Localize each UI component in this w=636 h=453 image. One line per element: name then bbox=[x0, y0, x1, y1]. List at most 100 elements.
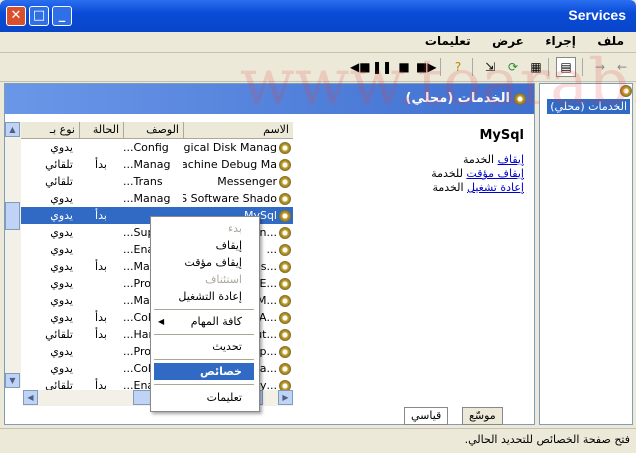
scroll-down-icon[interactable]: ▼ bbox=[5, 373, 20, 388]
menu-item-refresh[interactable]: تحديث bbox=[154, 338, 254, 355]
service-status-cell bbox=[79, 139, 123, 156]
context-menu: بدء إيقاف إيقاف مؤقت استئناف إعادة التشغ… bbox=[150, 216, 260, 412]
refresh-icon[interactable]: ⟳ bbox=[503, 57, 523, 77]
console-tree: الخدمات (محلي) bbox=[539, 83, 633, 425]
service-description-cell: Trans... bbox=[123, 175, 163, 188]
service-status-cell: بدأ bbox=[95, 328, 107, 341]
pane-header: الخدمات (محلي) bbox=[5, 84, 534, 114]
menu-item-resume[interactable]: استئناف bbox=[154, 271, 254, 288]
status-text: فتح صفحة الخصائص للتحديد الحالي. bbox=[464, 433, 630, 446]
menu-item-pause[interactable]: إيقاف مؤقت bbox=[154, 254, 254, 271]
tab-standard[interactable]: قياسي bbox=[404, 407, 449, 425]
vertical-scrollbar[interactable]: ▲ ▼ bbox=[5, 122, 21, 388]
restart-service-icon[interactable]: ■▶ bbox=[416, 57, 437, 77]
properties-icon[interactable]: ▦ bbox=[526, 57, 546, 77]
service-status-cell: بدأ bbox=[95, 158, 107, 171]
menu-item-restart[interactable]: إعادة التشغيل bbox=[154, 288, 254, 305]
table-row[interactable]: MS Software Shado... Manag... يدوي bbox=[5, 190, 293, 207]
minimize-button[interactable]: _ bbox=[52, 6, 72, 26]
table-row[interactable]: Messenger Trans... تلقائي bbox=[5, 173, 293, 190]
service-name-cell: MS Software Shado... bbox=[183, 192, 277, 205]
service-startup-type-cell: يدوي bbox=[50, 362, 73, 375]
service-name-cell: Logical Disk Manag... bbox=[183, 141, 277, 154]
toolbar: ← → ▤ ▦ ⟳ ⇲ ? ■▶ ■ ❚❚ ◀■ bbox=[0, 53, 636, 82]
show-hide-tree-icon[interactable]: ▤ bbox=[556, 57, 576, 77]
menu-separator bbox=[154, 359, 254, 360]
stop-service-icon[interactable]: ■ bbox=[394, 57, 414, 77]
scroll-left-icon[interactable]: ◀ bbox=[23, 390, 38, 405]
menu-item-properties[interactable]: خصائص bbox=[154, 363, 254, 380]
tab-extended[interactable]: موسّع bbox=[462, 407, 503, 425]
menu-bar: ملف إجراء عرض تعليمات bbox=[0, 32, 636, 53]
menu-separator bbox=[154, 384, 254, 385]
menu-separator bbox=[154, 334, 254, 335]
restart-service-line: إعادة تشغيل الخدمة bbox=[432, 181, 524, 194]
export-list-icon[interactable]: ⇲ bbox=[480, 57, 500, 77]
tree-node-services-local[interactable]: الخدمات (محلي) bbox=[547, 99, 630, 114]
maximize-button[interactable]: □ bbox=[29, 6, 49, 26]
service-status-cell bbox=[79, 360, 123, 377]
all-tasks-label: كافة المهام bbox=[190, 315, 242, 328]
column-status[interactable]: الحالة bbox=[79, 122, 123, 138]
service-startup-type-cell: تلقائي bbox=[45, 158, 73, 171]
service-status-cell bbox=[79, 343, 123, 360]
service-status-cell bbox=[79, 292, 123, 309]
restart-service-link[interactable]: إعادة تشغيل bbox=[467, 181, 524, 194]
view-tabs: قياسي موسّع bbox=[4, 407, 535, 425]
service-description: MySql إيقاف الخدمة إيقاف مؤقت للخدمة إعا… bbox=[294, 114, 534, 414]
service-startup-type-cell: يدوي bbox=[50, 345, 73, 358]
menu-view[interactable]: عرض bbox=[486, 32, 530, 50]
column-name[interactable]: الاسم bbox=[183, 122, 293, 138]
submenu-arrow-icon: ◀ bbox=[158, 317, 165, 326]
pause-service-line: إيقاف مؤقت للخدمة bbox=[431, 167, 524, 180]
scroll-up-icon[interactable]: ▲ bbox=[5, 122, 20, 137]
pause-service-link[interactable]: إيقاف مؤقت bbox=[466, 167, 524, 180]
table-row[interactable]: Logical Disk Manag... Config... يدوي bbox=[5, 139, 293, 156]
services-gear-icon bbox=[620, 85, 632, 97]
service-startup-type-cell: يدوي bbox=[50, 277, 73, 290]
service-status-cell bbox=[79, 275, 123, 292]
service-status-cell bbox=[79, 241, 123, 258]
table-row[interactable]: Machine Debug Ma... Manag... بدأ تلقائي bbox=[5, 156, 293, 173]
services-gear-icon bbox=[514, 93, 526, 105]
title-bar: ✕ □ _ Services bbox=[0, 0, 636, 32]
service-name-cell: Machine Debug Ma... bbox=[183, 158, 277, 171]
scroll-thumb[interactable] bbox=[5, 202, 20, 230]
menu-file[interactable]: ملف bbox=[591, 32, 630, 50]
status-bar: فتح صفحة الخصائص للتحديد الحالي. bbox=[0, 428, 636, 453]
forward-arrow-icon[interactable]: → bbox=[590, 57, 610, 77]
menu-item-stop[interactable]: إيقاف bbox=[154, 237, 254, 254]
pause-service-icon[interactable]: ❚❚ bbox=[372, 57, 392, 77]
stop-service-link[interactable]: إيقاف bbox=[498, 153, 524, 166]
help-icon[interactable]: ? bbox=[448, 57, 468, 77]
start-service-icon[interactable]: ◀■ bbox=[350, 57, 371, 77]
service-startup-type-cell: يدوي bbox=[50, 192, 73, 205]
service-status-cell bbox=[79, 190, 123, 207]
service-description-cell: Manag... bbox=[123, 192, 171, 205]
column-description[interactable]: الوصف bbox=[123, 122, 183, 138]
menu-item-help[interactable]: تعليمات bbox=[154, 389, 254, 406]
service-description-cell: Manag... bbox=[123, 158, 171, 171]
column-startup-type[interactable]: نوع بـ bbox=[19, 122, 79, 138]
list-header: الاسم الوصف الحالة نوع بـ bbox=[5, 122, 293, 139]
details-pane: الخدمات (محلي) MySql إيقاف الخدمة إيقاف … bbox=[4, 83, 535, 425]
service-description-cell: Config... bbox=[123, 141, 169, 154]
service-startup-type-cell: يدوي bbox=[50, 311, 73, 324]
service-startup-type-cell: تلقائي bbox=[45, 328, 73, 341]
service-startup-type-cell: يدوي bbox=[50, 226, 73, 239]
service-startup-type-cell: يدوي bbox=[50, 209, 73, 222]
selected-service-name: MySql bbox=[479, 128, 524, 143]
stop-service-line: إيقاف الخدمة bbox=[462, 153, 524, 166]
back-arrow-icon[interactable]: ← bbox=[612, 57, 632, 77]
menu-item-start[interactable]: بدء bbox=[154, 220, 254, 237]
service-status-cell: بدأ bbox=[95, 311, 107, 324]
menu-item-all-tasks[interactable]: كافة المهام ◀ bbox=[154, 313, 254, 330]
service-startup-type-cell: يدوي bbox=[50, 260, 73, 273]
menu-action[interactable]: إجراء bbox=[539, 32, 581, 50]
service-startup-type-cell: تلقائي bbox=[45, 175, 73, 188]
service-status-cell: بدأ bbox=[95, 260, 107, 273]
menu-help[interactable]: تعليمات bbox=[419, 32, 477, 50]
window-title: Services bbox=[568, 7, 626, 23]
scroll-right-icon[interactable]: ▶ bbox=[278, 390, 293, 405]
close-button[interactable]: ✕ bbox=[6, 6, 26, 26]
